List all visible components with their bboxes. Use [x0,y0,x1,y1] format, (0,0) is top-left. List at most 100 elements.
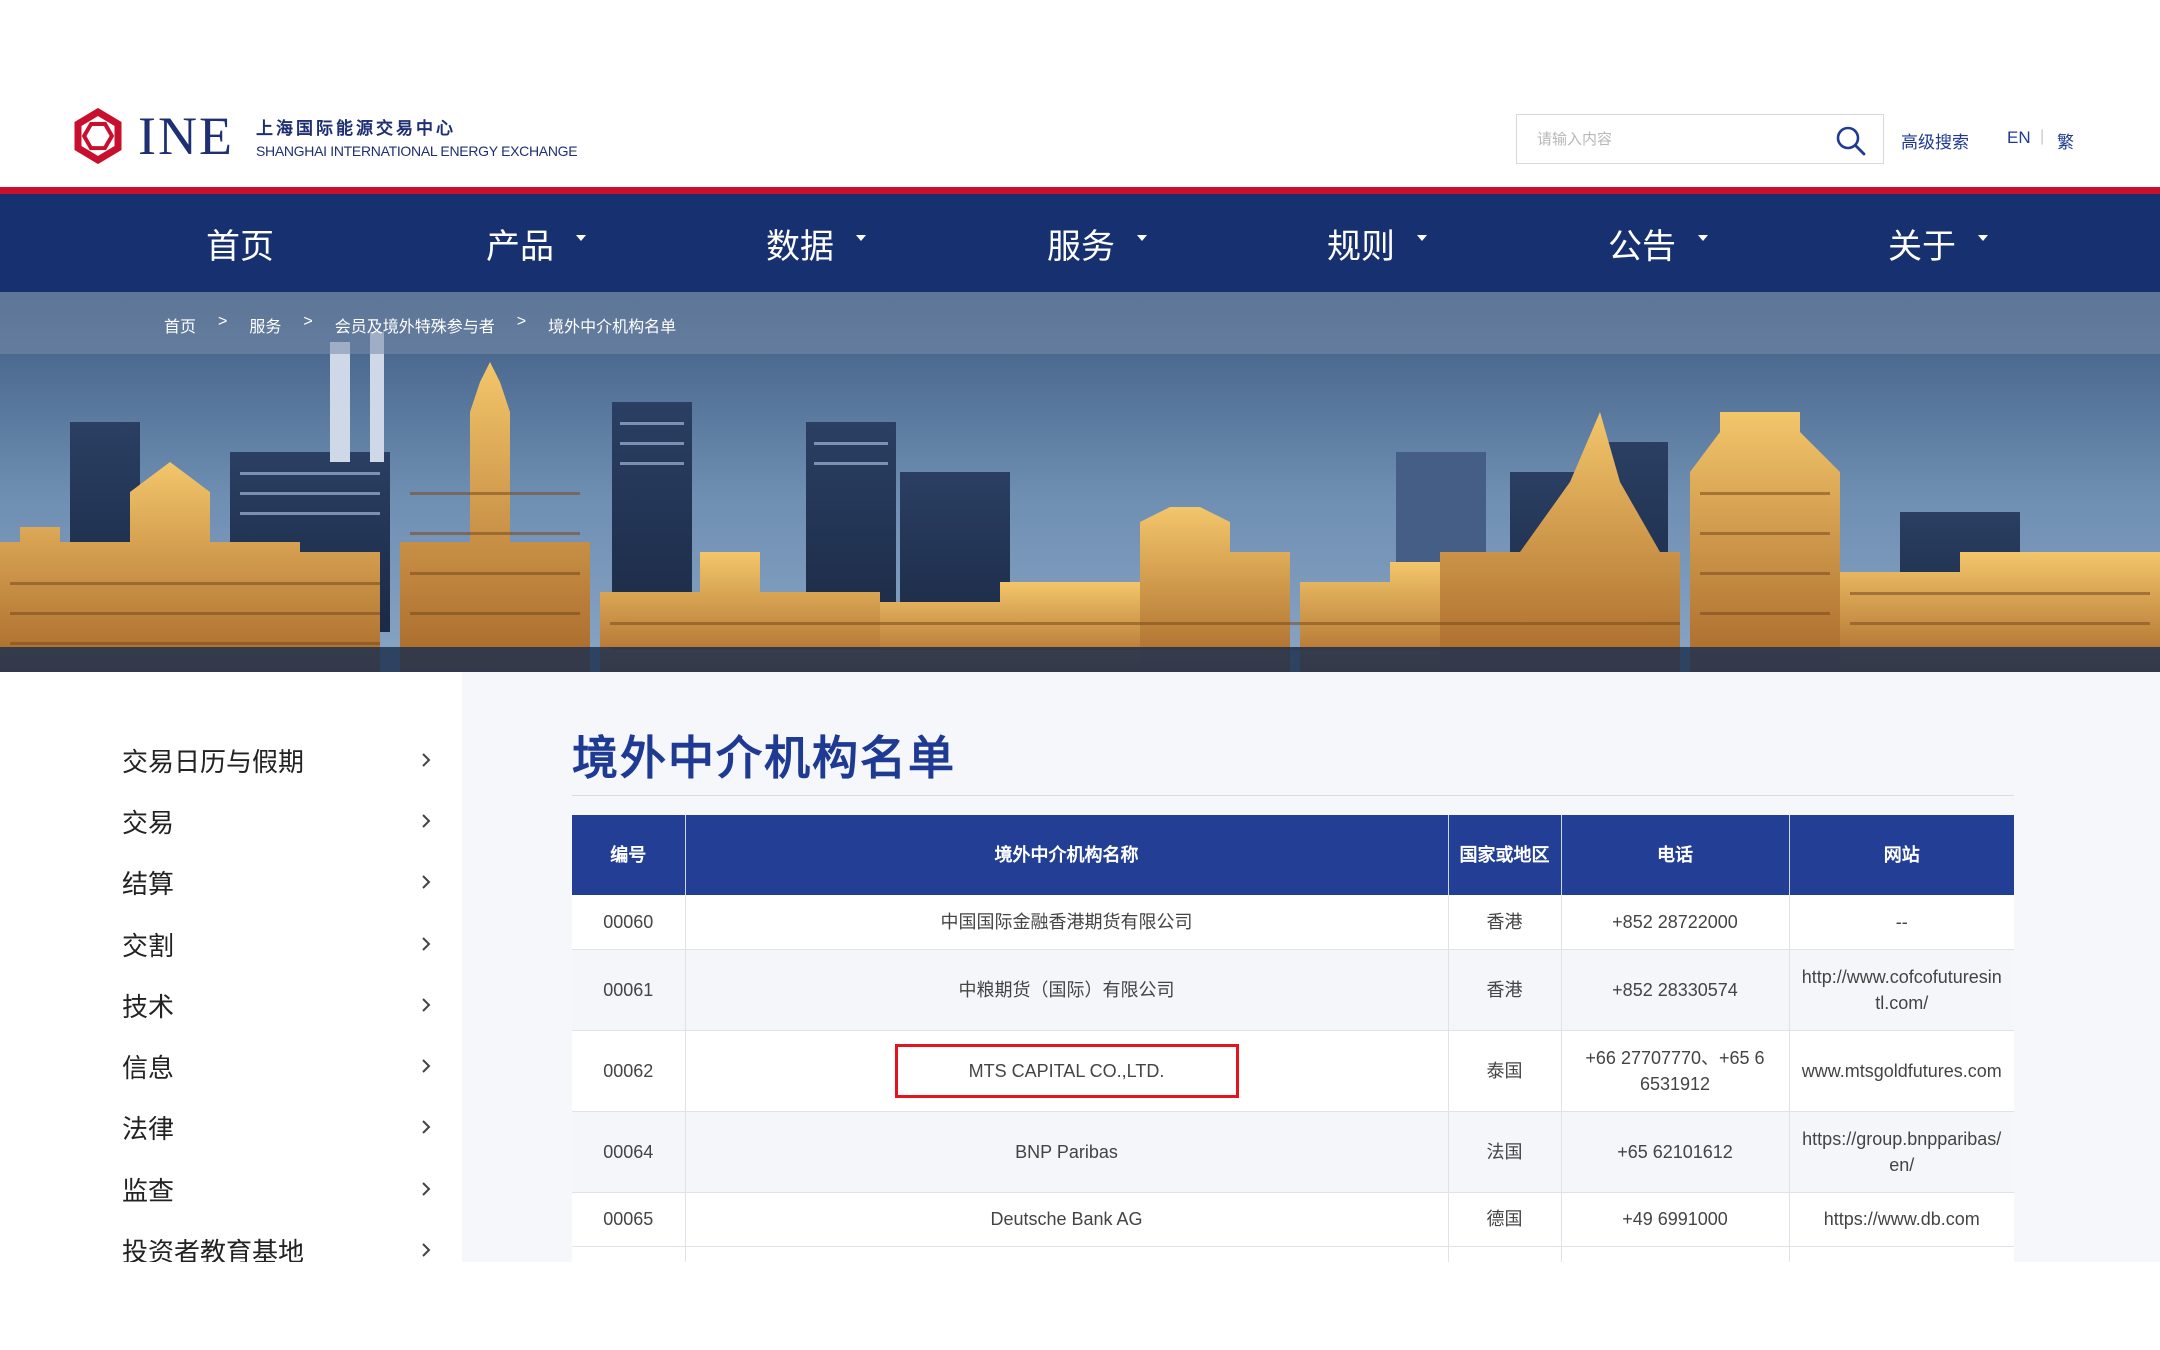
sidebar-item-delivery[interactable]: 交割 [122,924,432,964]
column-header-phone: 电话 [1561,815,1790,895]
cell-id: 00062 [572,1030,686,1112]
sidebar-item-calendar[interactable]: 交易日历与假期 [122,740,432,780]
cell-id: 00065 [572,1192,686,1247]
breadcrumb-separator: > [218,313,228,330]
chevron-right-icon [422,1243,431,1257]
cell-region: 香港 [1448,895,1562,950]
ine-logo-mark-icon [74,108,122,164]
site-header: INE 上海国际能源交易中心 SHANGHAI INTERNATIONAL EN… [0,0,2160,187]
chevron-right-icon [422,1182,431,1196]
column-header-website: 网站 [1789,815,2014,895]
nav-item-label: 产品 [486,227,554,266]
sidebar-item-label: 信息 [122,1052,175,1083]
breadcrumb-item-members[interactable]: 会员及境外特殊参与者 [335,313,495,337]
column-header-name: 境外中介机构名称 [685,815,1449,895]
cell-website[interactable]: https://group.bnpparibas/en/ [1789,1111,2014,1193]
breadcrumb-item-current: 境外中介机构名单 [548,319,677,336]
breadcrumb-item-services[interactable]: 服务 [249,313,281,337]
main-content: 境外中介机构名单 编号 境外中介机构名称 国家或地区 电话 网站 00060 中… [462,672,2160,1277]
nav-item-about[interactable]: 关于 [1888,194,1988,292]
sidebar-item-label: 监查 [122,1175,175,1206]
sidebar-item-label: 结算 [122,868,175,899]
skyline-banner: 首页 > 服务 > 会员及境外特殊参与者 > 境外中介机构名单 [0,292,2160,672]
ine-logo[interactable]: INE 上海国际能源交易中心 SHANGHAI INTERNATIONAL EN… [70,108,578,164]
breadcrumb-item-home[interactable]: 首页 [164,313,196,337]
table-header-row: 编号 境外中介机构名称 国家或地区 电话 网站 [572,815,2014,895]
advanced-search-link[interactable]: 高级搜索 [1901,128,1969,153]
breadcrumb-separator: > [303,313,313,330]
nav-item-products[interactable]: 产品 [486,194,586,292]
cell-id: 00061 [572,949,686,1031]
language-traditional-link[interactable]: 繁 [2057,128,2074,153]
sidebar-item-law[interactable]: 法律 [122,1107,432,1147]
caret-down-icon [1978,235,1988,241]
cell-region: 泰国 [1448,1030,1562,1112]
cell-id: 00060 [572,895,686,950]
chevron-right-icon [422,1120,431,1134]
chevron-right-icon [422,998,431,1012]
sidebar-item-label: 交易日历与假期 [122,746,305,777]
highlighted-name-box: MTS CAPITAL CO.,LTD. [894,1043,1239,1098]
caret-down-icon [576,235,586,241]
caret-down-icon [1417,235,1427,241]
sidebar-item-label: 法律 [122,1113,175,1144]
sidebar-item-technology[interactable]: 技术 [122,985,432,1025]
nav-item-home[interactable]: 首页 [206,194,274,292]
column-header-id: 编号 [572,815,686,895]
nav-item-rules[interactable]: 规则 [1327,194,1427,292]
search-box [1516,114,1884,164]
title-divider [572,795,2014,796]
breadcrumb-separator: > [516,313,527,330]
chevron-right-icon [422,814,431,828]
cell-id: 00064 [572,1111,686,1193]
nav-item-services[interactable]: 服务 [1047,194,1147,292]
sidebar-item-information[interactable]: 信息 [122,1046,432,1086]
main-nav: 首页 产品 数据 服务 规则 公告 关于 [0,194,2160,292]
nav-item-label: 数据 [766,227,834,266]
caret-down-icon [1698,235,1708,241]
cell-name: 中粮期货（国际）有限公司 [685,949,1449,1031]
cell-region: 德国 [1448,1192,1562,1247]
cell-phone: +49 6991000 [1561,1192,1790,1247]
language-english-link[interactable]: EN [2007,128,2031,148]
sidebar-item-trading[interactable]: 交易 [122,801,432,841]
chevron-right-icon [422,753,431,767]
table-row: 00061 中粮期货（国际）有限公司 香港 +852 28330574 http… [572,949,2014,1031]
sidebar-item-supervision[interactable]: 监查 [122,1169,432,1209]
language-separator: | [2040,128,2045,145]
search-input[interactable] [1517,115,1817,163]
nav-item-announcements[interactable]: 公告 [1608,194,1708,292]
column-header-region: 国家或地区 [1448,815,1562,895]
nav-item-label: 首页 [206,227,274,266]
cell-phone: +852 28330574 [1561,949,1790,1031]
cell-website[interactable]: www.mtsgoldfutures.com [1789,1030,2014,1112]
sidebar-item-label: 交易 [122,807,175,838]
caret-down-icon [856,235,866,241]
sidebar-item-label: 交割 [122,930,175,961]
table-row: 00060 中国国际金融香港期货有限公司 香港 +852 28722000 -- [572,895,2014,950]
page-title: 境外中介机构名单 [572,732,956,784]
cell-name: 中国国际金融香港期货有限公司 [685,895,1449,950]
cell-name: BNP Paribas [685,1111,1449,1193]
logo-subtitle: 上海国际能源交易中心 SHANGHAI INTERNATIONAL ENERGY… [255,114,578,159]
cell-phone: +852 28722000 [1561,895,1790,950]
cell-region: 香港 [1448,949,1562,1031]
caret-down-icon [1137,235,1147,241]
nav-item-data[interactable]: 数据 [766,194,866,292]
chevron-right-icon [422,937,431,951]
chevron-right-icon [422,1059,431,1073]
table-row: 00065 Deutsche Bank AG 德国 +49 6991000 ht… [572,1192,2014,1247]
sidebar: 交易日历与假期 交易 结算 交割 技术 信息 法律 监查 投资者教育基地 [0,672,462,1267]
table-row-highlighted: 00062 MTS CAPITAL CO.,LTD. 泰国 +66 277077… [572,1030,2014,1112]
sidebar-item-label: 技术 [122,991,175,1022]
logo-chinese-name: 上海国际能源交易中心 [255,118,456,138]
nav-item-label: 公告 [1608,227,1676,266]
nav-item-label: 关于 [1888,227,1956,266]
nav-item-label: 规则 [1327,227,1395,266]
cell-website[interactable]: http://www.cofcofuturesintl.com/ [1789,949,2014,1031]
cell-name: Deutsche Bank AG [685,1192,1449,1247]
sidebar-item-settlement[interactable]: 结算 [122,862,432,902]
search-icon[interactable] [1835,125,1867,157]
cell-website[interactable]: https://www.db.com [1789,1192,2014,1247]
cell-phone: +66 27707770、+65 6 6531912 [1561,1030,1790,1112]
